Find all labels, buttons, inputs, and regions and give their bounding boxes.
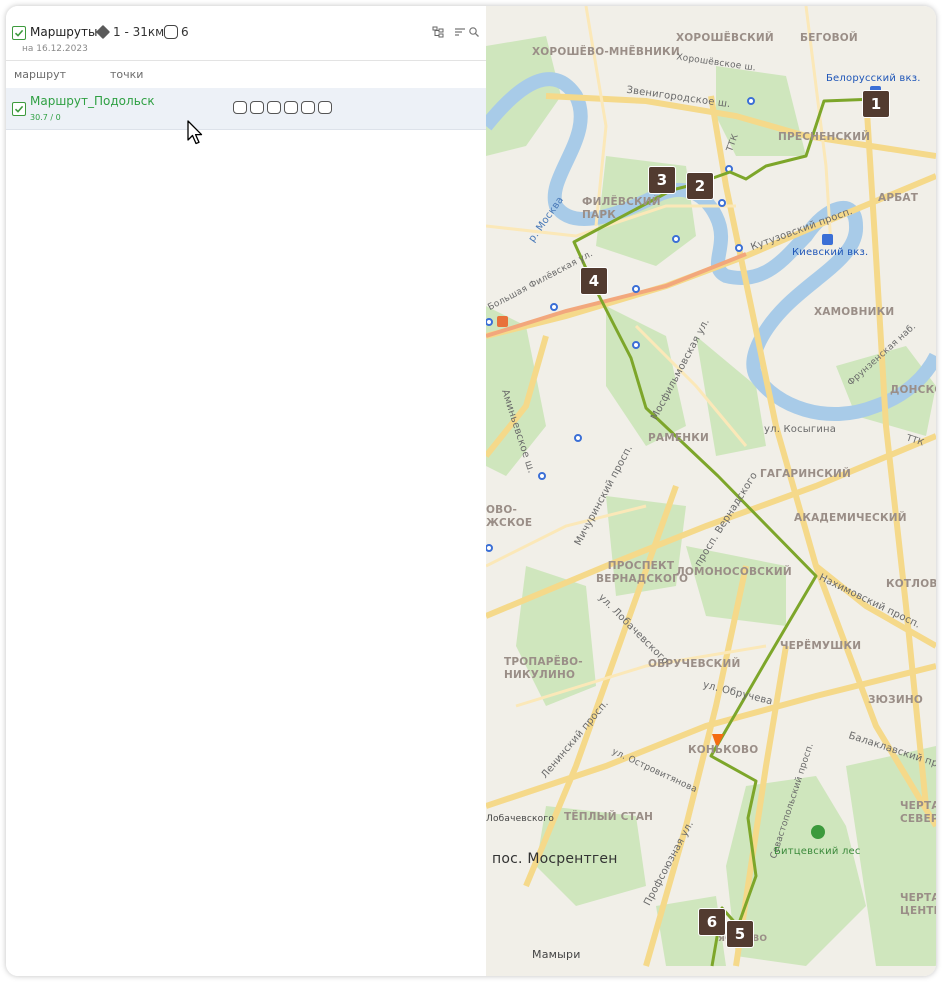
sort-icon[interactable] (454, 26, 466, 38)
district-label: ФИЛЁВСКИЙ ПАРК (582, 196, 661, 221)
district-label: БЕГОВОЙ (800, 32, 858, 44)
route-point-marker[interactable]: 3 (648, 166, 676, 194)
place-label: Мамыри (532, 948, 581, 961)
district-label: КОНЬКОВО (688, 744, 759, 756)
route-distance-icon (95, 24, 111, 40)
route-point-box[interactable] (284, 101, 298, 114)
district-label: ПРОСПЕКТ ВЕРНАДСКОГО (596, 560, 689, 585)
distance-range-filter[interactable]: 1 - 31км (113, 25, 164, 39)
route-point-marker[interactable]: 4 (580, 267, 608, 295)
district-label: ГАГАРИНСКИЙ (760, 468, 851, 480)
check-icon (14, 105, 24, 113)
route-point-box[interactable] (250, 101, 264, 114)
route-distance: 30.7 / 0 (30, 113, 61, 122)
district-label: ХОРОШЁВО-МНЁВНИКИ (532, 46, 680, 58)
place-label: пос. Мосрентген (492, 851, 618, 867)
route-point-box[interactable] (318, 101, 332, 114)
app-window: Маршруты 1 - 31км 6 на 16.12.2023 маршру… (6, 6, 936, 976)
routes-panel: Маршруты 1 - 31км 6 на 16.12.2023 маршру… (6, 6, 487, 976)
district-label: ТЁПЛЫЙ СТАН (564, 811, 654, 823)
mouse-cursor-icon (187, 120, 203, 145)
select-all-checkbox[interactable] (12, 26, 26, 40)
place-label: Битцевский лес (774, 846, 861, 857)
route-checkbox[interactable] (12, 102, 26, 116)
district-label: ХОРОШЁВСКИЙ (676, 32, 774, 44)
district-label: АКАДЕМИЧЕСКИЙ (794, 512, 907, 524)
routes-title: Маршруты (30, 25, 98, 39)
map-view[interactable]: ХОРОШЁВО-МНЁВНИКИ ХОРОШЁВСКИЙ БЕГОВОЙ ПР… (486, 6, 936, 976)
route-point-marker[interactable]: 1 (862, 90, 890, 118)
column-points[interactable]: точки (110, 68, 143, 81)
hierarchy-icon[interactable] (432, 26, 444, 38)
routes-header: Маршруты 1 - 31км 6 на 16.12.2023 (6, 6, 486, 61)
district-label: РАМЕНКИ (648, 432, 710, 444)
points-count-icon (164, 25, 178, 39)
search-icon[interactable] (468, 26, 480, 38)
district-label: ЧЕРТАНОВО ЦЕНТРАЛЬНОЕ (900, 892, 936, 917)
date-label: на 16.12.2023 (22, 44, 88, 54)
route-point-marker[interactable]: 6 (698, 908, 726, 936)
district-label: ДОНСКОЙ (890, 384, 936, 396)
place-label: Лобачевского (486, 814, 555, 824)
route-point-box[interactable] (267, 101, 281, 114)
district-label: ПРЕСНЕНСКИЙ (778, 131, 871, 143)
district-label: КОТЛОВКА (886, 578, 936, 590)
route-row[interactable]: Маршрут_Подольск 30.7 / 0 (6, 88, 486, 130)
street-label: ул. Косыгина (764, 424, 837, 435)
route-points (233, 101, 332, 114)
route-point-marker[interactable]: 2 (686, 172, 714, 200)
district-label: ЧЕРТАНОВО СЕВЕРНОЕ (900, 800, 936, 825)
column-route[interactable]: маршрут (14, 68, 66, 81)
district-label: ОВО-ЖСКОЕ (486, 504, 533, 529)
station-label: Киевский вкз. (792, 247, 869, 258)
district-label: ЛОМОНОСОВСКИЙ (676, 566, 792, 578)
route-name[interactable]: Маршрут_Подольск (30, 94, 155, 108)
map-base (486, 6, 936, 967)
district-label: АРБАТ (878, 192, 919, 204)
district-label: ЧЕРЁМУШКИ (780, 640, 862, 652)
route-point-marker[interactable]: 5 (726, 920, 754, 948)
station-label: Белорусский вкз. (826, 73, 921, 84)
route-point-box[interactable] (301, 101, 315, 114)
points-count: 6 (181, 25, 189, 39)
district-label: ЗЮЗИНО (868, 694, 923, 706)
column-headers: маршрут точки (6, 61, 486, 87)
district-label: ХАМОВНИКИ (814, 306, 895, 318)
route-point-box[interactable] (233, 101, 247, 114)
district-label: ТРОПАРЁВО-НИКУЛИНО (504, 656, 583, 681)
check-icon (14, 29, 24, 37)
